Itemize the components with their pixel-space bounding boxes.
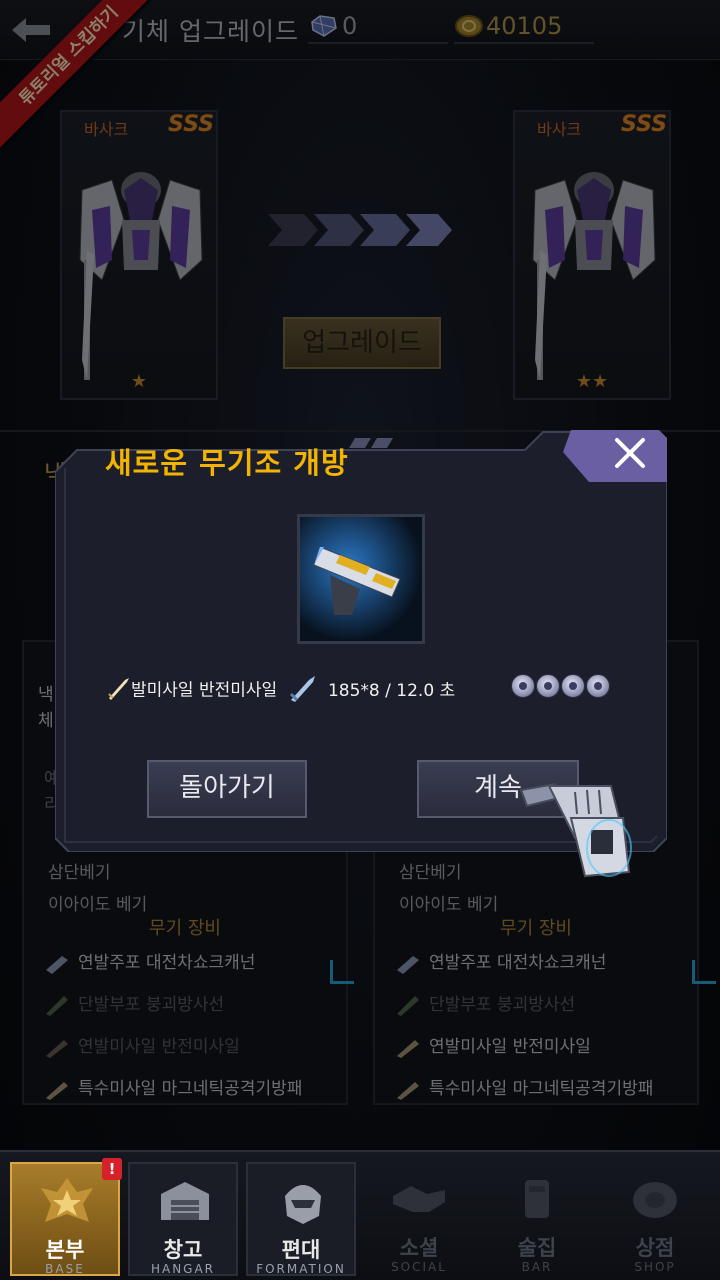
close-icon[interactable] [563,428,667,482]
nav-hangar[interactable]: 창고 HANGAR [128,1162,238,1276]
slot-gem-icon [586,674,610,698]
formation-helmet-icon [285,1185,321,1224]
tutorial-hand-pointer-icon [519,782,632,878]
nav-label: 창고 [163,1238,203,1262]
nav-sublabel: HANGAR [150,1262,216,1276]
handshake-icon [393,1186,445,1212]
missile-icon [108,678,129,700]
nav-label: 본부 [45,1238,85,1262]
weapon-name: 발미사일 반전미사일 [131,680,278,701]
bottom-navigation: 본부 BASE ! 창고 HANGAR 편대 FORMATION 소셜 SOCI… [0,1150,720,1280]
nav-base[interactable]: 본부 BASE ! [10,1158,122,1276]
nav-sublabel: BAR [521,1260,553,1274]
nav-sublabel: BASE [45,1262,85,1276]
weapon-image [297,514,425,644]
alert-badge: ! [102,1158,122,1180]
base-emblem-icon [41,1178,93,1222]
nav-label: 술집 [517,1236,557,1260]
sword-icon [289,676,315,702]
shop-icon [633,1182,677,1218]
dialog-title: 새로운 무기조 개방 [105,446,349,480]
nav-social[interactable]: 소셜 SOCIAL [364,1162,474,1276]
nav-sublabel: SOCIAL [391,1260,447,1274]
damage-text: 185*8 / 12.0 초 [327,680,456,701]
nav-label: 편대 [281,1238,321,1262]
missile-launcher-icon [300,517,422,641]
slot-gem-icon [561,674,585,698]
nav-sublabel: SHOP [634,1260,676,1274]
game-screen: 기체 업그레이드 0 40105 튜토리얼 스킵하기 바사크 SSS ★ 업그레… [0,0,720,1280]
slot-gem-icon [511,674,535,698]
slot-indicators [511,674,621,702]
nav-bar[interactable]: 술집 BAR [482,1162,592,1276]
hangar-icon [161,1182,209,1220]
nav-formation[interactable]: 편대 FORMATION [246,1162,356,1276]
slot-gem-icon [536,674,560,698]
bar-icon [525,1180,549,1218]
nav-sublabel: FORMATION [256,1262,346,1276]
nav-label: 소셜 [399,1236,439,1260]
nav-label: 상점 [635,1236,675,1260]
nav-shop[interactable]: 상점 SHOP [600,1162,710,1276]
back-button[interactable]: 돌아가기 [147,760,307,818]
